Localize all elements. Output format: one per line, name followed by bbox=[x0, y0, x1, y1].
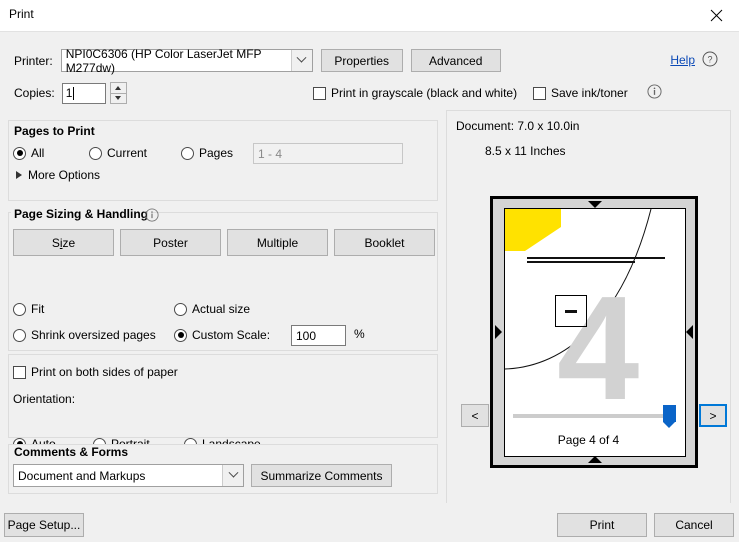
radio-current-label: Current bbox=[107, 146, 147, 160]
page-sheet: 4 bbox=[504, 208, 686, 457]
triangle-down-icon bbox=[115, 96, 121, 100]
page-sizing-title: Page Sizing & Handling bbox=[11, 207, 151, 221]
grayscale-checkbox-row[interactable]: Print in grayscale (black and white) bbox=[313, 86, 517, 100]
grayscale-checkbox[interactable] bbox=[313, 87, 326, 100]
triangle-up-icon bbox=[115, 86, 121, 90]
comments-forms-select[interactable]: Document and Markups bbox=[13, 464, 244, 487]
footer: Page Setup... Print Cancel bbox=[0, 503, 739, 542]
radio-custom-scale[interactable] bbox=[174, 329, 187, 342]
help-link[interactable]: Help bbox=[670, 53, 695, 67]
pages-radio-current[interactable]: Current bbox=[89, 146, 147, 160]
close-icon bbox=[710, 9, 723, 22]
printer-select-value: NPI0C6306 (HP Color LaserJet MFP M277dw) bbox=[66, 47, 312, 75]
copies-input[interactable]: 1 bbox=[62, 83, 106, 104]
crop-mark-bottom-icon bbox=[588, 456, 602, 463]
orientation-label: Orientation: bbox=[13, 392, 75, 406]
save-ink-checkbox[interactable] bbox=[533, 87, 546, 100]
radio-fit[interactable] bbox=[13, 303, 26, 316]
custom-scale-label: Custom Scale: bbox=[192, 328, 270, 342]
cancel-button[interactable]: Cancel bbox=[654, 513, 734, 537]
copies-value: 1 bbox=[66, 86, 73, 100]
summarize-comments-button[interactable]: Summarize Comments bbox=[251, 464, 392, 487]
copies-label: Copies: bbox=[14, 86, 55, 100]
copies-row: Copies: 1 bbox=[14, 82, 127, 104]
comments-forms-title: Comments & Forms bbox=[11, 445, 131, 459]
crop-mark-right-icon bbox=[686, 325, 693, 339]
radio-pages[interactable] bbox=[181, 147, 194, 160]
advanced-button[interactable]: Advanced bbox=[411, 49, 501, 72]
radio-pages-label: Pages bbox=[199, 146, 233, 160]
actual-size-radio-row[interactable]: Actual size bbox=[174, 302, 250, 316]
next-page-button[interactable]: > bbox=[699, 404, 727, 427]
title-bar: Print bbox=[0, 0, 739, 31]
radio-current[interactable] bbox=[89, 147, 102, 160]
radio-all-label: All bbox=[31, 146, 44, 160]
custom-scale-radio-row[interactable]: Custom Scale: bbox=[174, 328, 270, 342]
page-range-input[interactable]: 1 - 4 bbox=[253, 143, 403, 164]
triangle-right-icon bbox=[16, 171, 22, 179]
both-sides-checkbox[interactable] bbox=[13, 366, 26, 379]
properties-button[interactable]: Properties bbox=[321, 49, 403, 72]
more-options-toggle[interactable]: More Options bbox=[16, 168, 100, 182]
comments-forms-value: Document and Markups bbox=[18, 469, 145, 483]
fit-label: Fit bbox=[31, 302, 44, 316]
tab-booklet[interactable]: Booklet bbox=[334, 229, 435, 256]
page-slider-track[interactable] bbox=[513, 414, 673, 418]
both-sides-checkbox-row[interactable]: Print on both sides of paper bbox=[13, 365, 178, 379]
close-button[interactable] bbox=[694, 0, 739, 31]
page-setup-button[interactable]: Page Setup... bbox=[4, 513, 84, 537]
text-caret bbox=[73, 87, 74, 100]
fit-radio-row[interactable]: Fit bbox=[13, 302, 44, 316]
save-ink-label: Save ink/toner bbox=[551, 86, 628, 100]
preview-panel: Document: 7.0 x 10.0in 8.5 x 11 Inches 4 bbox=[446, 110, 731, 525]
radio-all[interactable] bbox=[13, 147, 26, 160]
tab-size[interactable]: Size bbox=[13, 229, 114, 256]
copies-stepper-down[interactable] bbox=[110, 94, 127, 105]
crop-mark-left-icon bbox=[495, 325, 502, 339]
save-ink-checkbox-row[interactable]: Save ink/toner bbox=[533, 86, 628, 100]
window-title: Print bbox=[9, 7, 34, 21]
tab-multiple[interactable]: Multiple bbox=[227, 229, 328, 256]
printer-select[interactable]: NPI0C6306 (HP Color LaserJet MFP M277dw) bbox=[61, 49, 313, 72]
document-size-label: Document: 7.0 x 10.0in bbox=[456, 119, 579, 133]
shrink-label: Shrink oversized pages bbox=[31, 328, 156, 342]
page-sizing-tabs: Size Poster Multiple Booklet bbox=[13, 229, 435, 256]
print-button[interactable]: Print bbox=[557, 513, 647, 537]
shrink-radio-row[interactable]: Shrink oversized pages bbox=[13, 328, 156, 342]
percent-symbol: % bbox=[354, 327, 365, 341]
pages-to-print-title: Pages to Print bbox=[11, 124, 98, 138]
printer-row: Printer: NPI0C6306 (HP Color LaserJet MF… bbox=[14, 49, 501, 72]
copies-stepper-up[interactable] bbox=[110, 82, 127, 94]
custom-scale-input[interactable]: 100 bbox=[291, 325, 346, 346]
page-slider-thumb[interactable] bbox=[663, 405, 676, 422]
previous-page-button[interactable]: < bbox=[461, 404, 489, 427]
paper-size-label: 8.5 x 11 Inches bbox=[485, 144, 566, 158]
grayscale-label: Print in grayscale (black and white) bbox=[331, 86, 517, 100]
more-options-label: More Options bbox=[28, 168, 100, 182]
dialog-body: Printer: NPI0C6306 (HP Color LaserJet MF… bbox=[0, 31, 739, 503]
radio-shrink[interactable] bbox=[13, 329, 26, 342]
page-sizing-info-icon[interactable] bbox=[145, 208, 159, 222]
printer-label: Printer: bbox=[14, 54, 53, 68]
copies-stepper[interactable] bbox=[110, 82, 127, 104]
question-circle-icon[interactable]: ? bbox=[702, 51, 718, 67]
page-counter: Page 4 of 4 bbox=[447, 433, 730, 447]
both-sides-label: Print on both sides of paper bbox=[31, 365, 178, 379]
actual-size-label: Actual size bbox=[192, 302, 250, 316]
chevron-down-icon bbox=[222, 465, 243, 486]
info-circle-icon[interactable] bbox=[647, 84, 662, 99]
radio-actual-size[interactable] bbox=[174, 303, 187, 316]
pages-radio-all[interactable]: All bbox=[13, 146, 44, 160]
tab-poster[interactable]: Poster bbox=[120, 229, 221, 256]
pages-radio-pages[interactable]: Pages bbox=[181, 146, 233, 160]
svg-text:?: ? bbox=[707, 55, 712, 65]
crop-mark-top-icon bbox=[588, 201, 602, 208]
chevron-down-icon bbox=[291, 50, 312, 71]
sample-box bbox=[555, 295, 587, 327]
tab-size-label: Size bbox=[52, 236, 75, 250]
notice-text bbox=[527, 257, 667, 265]
